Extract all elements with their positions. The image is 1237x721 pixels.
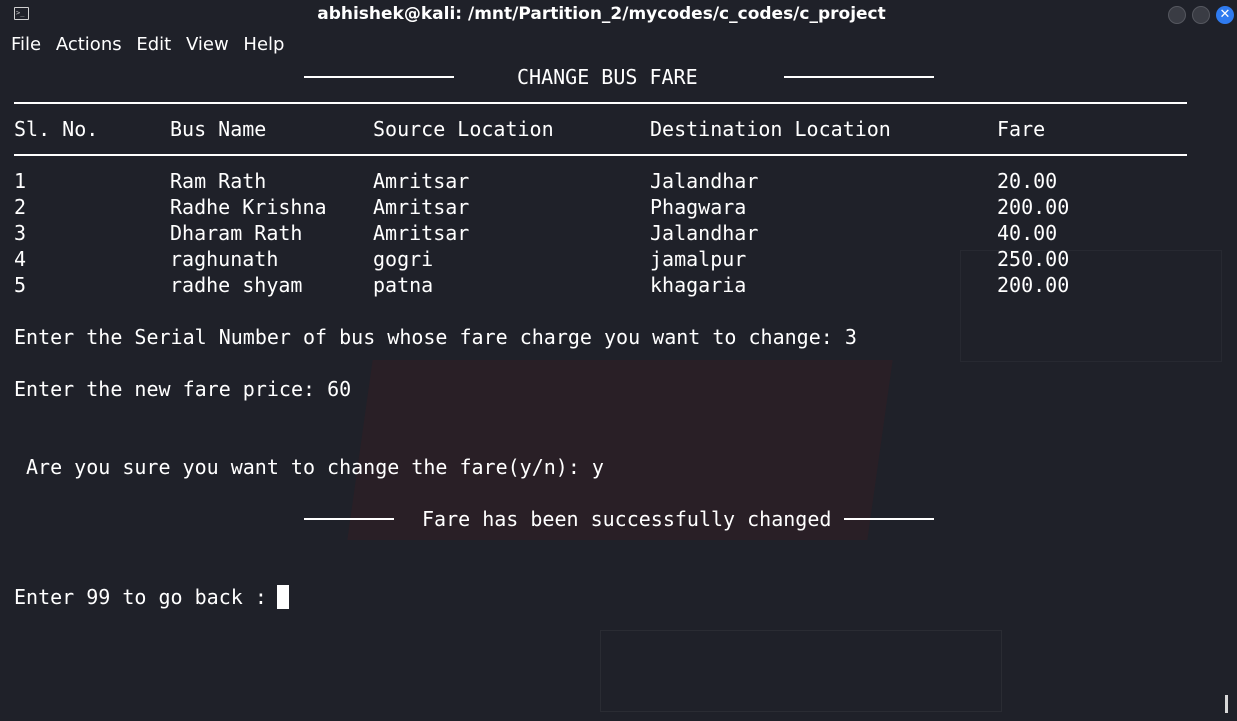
cell-source: gogri — [373, 247, 434, 271]
table-row: 1 Ram Rath Amritsar Jalandhar 20.00 — [14, 168, 1187, 194]
cell-source: Amritsar — [373, 169, 470, 193]
cell-bus-name: Radhe Krishna — [170, 195, 327, 219]
table-row: 3 Dharam Rath Amritsar Jalandhar 40.00 — [14, 220, 1187, 246]
screen-heading: CHANGE BUS FARE — [517, 65, 698, 89]
table-top-rule — [14, 102, 1187, 104]
cell-fare: 200.00 — [997, 195, 1070, 219]
column-header: Bus Name — [170, 117, 267, 141]
column-header: Fare — [997, 117, 1046, 141]
cell-source: patna — [373, 273, 434, 297]
heading-rule-right — [784, 76, 934, 78]
table-row: 2 Radhe Krishna Amritsar Phagwara 200.00 — [14, 194, 1187, 220]
cell-bus-name: Ram Rath — [170, 169, 267, 193]
cell-serial: 1 — [14, 169, 27, 193]
table-row: 5 radhe shyam patna khagaria 200.00 — [14, 272, 1187, 298]
cell-source: Amritsar — [373, 221, 470, 245]
cell-destination: Jalandhar — [650, 169, 759, 193]
cell-serial: 3 — [14, 221, 27, 245]
success-rule-left — [304, 518, 394, 520]
cell-serial: 4 — [14, 247, 27, 271]
prompt-confirm: Are you sure you want to change the fare… — [26, 455, 604, 479]
terminal-output[interactable]: CHANGE BUS FARE Sl. No. Bus Name Source … — [14, 0, 1204, 721]
success-rule-right — [844, 518, 934, 520]
cell-destination: Phagwara — [650, 195, 747, 219]
table-header-rule — [14, 154, 1187, 156]
cell-destination: khagaria — [650, 273, 747, 297]
close-button[interactable]: ✕ — [1216, 6, 1234, 24]
cell-bus-name: raghunath — [170, 247, 279, 271]
column-header: Source Location — [373, 117, 554, 141]
column-header: Destination Location — [650, 117, 891, 141]
cell-fare: 20.00 — [997, 169, 1058, 193]
terminal-window: >_ abhishek@kali: /mnt/Partition_2/mycod… — [0, 0, 1237, 721]
cell-source: Amritsar — [373, 195, 470, 219]
cell-fare: 40.00 — [997, 221, 1058, 245]
column-header: Sl. No. — [14, 117, 99, 141]
cell-destination: jamalpur — [650, 247, 747, 271]
cell-destination: Jalandhar — [650, 221, 759, 245]
prompt-new-fare: Enter the new fare price: 60 — [14, 377, 352, 401]
prompt-go-back: Enter 99 to go back : — [14, 585, 267, 609]
cell-serial: 5 — [14, 273, 27, 297]
table-row: 4 raghunath gogri jamalpur 250.00 — [14, 246, 1187, 272]
cell-bus-name: radhe shyam — [170, 273, 303, 297]
text-cursor[interactable] — [277, 585, 289, 609]
cell-serial: 2 — [14, 195, 27, 219]
scrollbar-thumb[interactable] — [1225, 695, 1228, 713]
success-message: Fare has been successfully changed — [422, 507, 832, 531]
cell-bus-name: Dharam Rath — [170, 221, 303, 245]
cell-fare: 250.00 — [997, 247, 1070, 271]
prompt-serial-number: Enter the Serial Number of bus whose far… — [14, 325, 857, 349]
cell-fare: 200.00 — [997, 273, 1070, 297]
table-header: Sl. No. Bus Name Source Location Destina… — [14, 116, 1187, 142]
heading-rule-left — [304, 76, 454, 78]
